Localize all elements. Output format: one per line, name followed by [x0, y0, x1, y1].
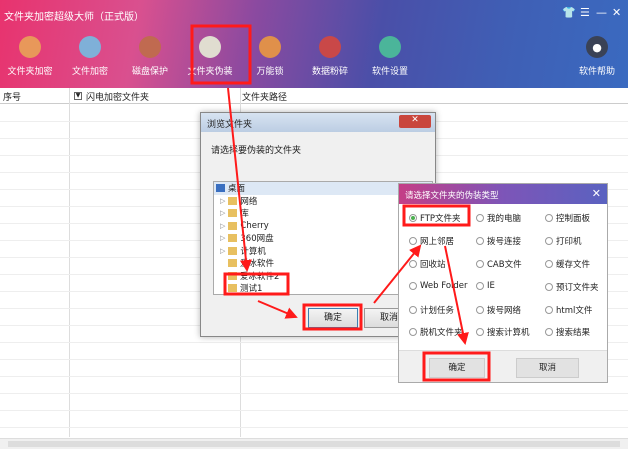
- annotation-overlay: [190, 24, 491, 382]
- arrow: [444, 245, 469, 345]
- highlight-box: [402, 204, 471, 227]
- highlight-box: [190, 24, 252, 85]
- highlight-box: [223, 272, 290, 296]
- highlight-box: [302, 303, 363, 331]
- highlight-box: [422, 351, 491, 382]
- arrow: [373, 244, 422, 304]
- arrow: [257, 300, 298, 319]
- arrow: [227, 87, 252, 272]
